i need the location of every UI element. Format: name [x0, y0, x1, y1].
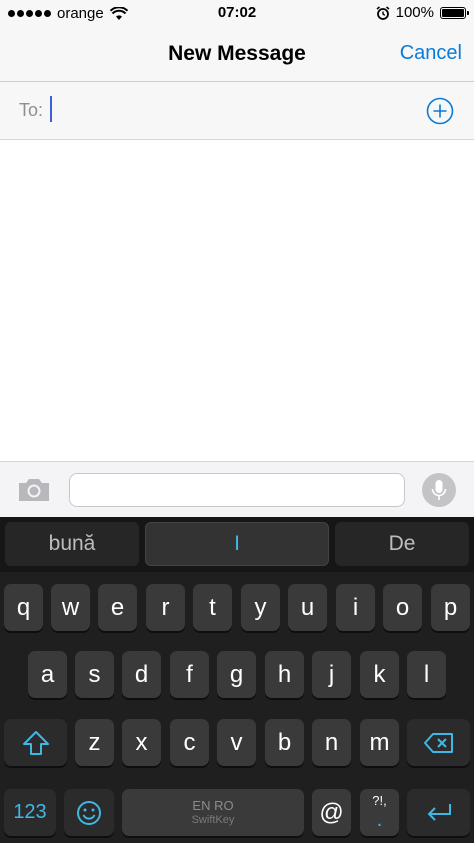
key-t[interactable]: t	[193, 584, 232, 631]
backspace-icon	[423, 732, 453, 753]
key-i[interactable]: i	[336, 584, 375, 631]
battery-percent: 100%	[395, 4, 434, 21]
backspace-key[interactable]	[407, 719, 470, 766]
space-language-label: EN RO	[192, 798, 234, 814]
key-s[interactable]: s	[75, 651, 114, 698]
prediction-center[interactable]: I	[145, 522, 329, 566]
key-d[interactable]: d	[122, 651, 161, 698]
key-y[interactable]: y	[241, 584, 280, 631]
message-thread-area	[0, 141, 474, 461]
to-label: To:	[19, 100, 44, 120]
key-c[interactable]: c	[170, 719, 209, 766]
key-r[interactable]: r	[146, 584, 185, 631]
add-contact-button[interactable]	[426, 97, 454, 125]
key-v[interactable]: v	[217, 719, 256, 766]
key-f[interactable]: f	[170, 651, 209, 698]
key-b[interactable]: b	[265, 719, 304, 766]
status-bar: orange 07:02 100%	[0, 0, 474, 28]
key-a[interactable]: a	[28, 651, 67, 698]
key-u[interactable]: u	[288, 584, 327, 631]
at-key[interactable]: @	[312, 789, 351, 836]
battery-fill	[442, 8, 464, 17]
compose-bar	[0, 461, 474, 517]
key-j[interactable]: j	[312, 651, 351, 698]
navigation-bar: New Message Cancel	[0, 28, 474, 82]
dictation-button[interactable]	[422, 473, 456, 507]
key-l[interactable]: l	[407, 651, 446, 698]
return-key[interactable]	[407, 789, 470, 836]
numbers-key[interactable]: 123	[4, 789, 56, 836]
camera-button[interactable]	[16, 476, 52, 504]
key-o[interactable]: o	[383, 584, 422, 631]
cancel-button[interactable]: Cancel	[400, 42, 462, 65]
key-p[interactable]: p	[431, 584, 470, 631]
prediction-right[interactable]: De	[335, 522, 469, 566]
microphone-icon	[431, 480, 447, 500]
shift-key[interactable]	[4, 719, 67, 766]
key-w[interactable]: w	[51, 584, 90, 631]
punctuation-main-label: .	[376, 808, 383, 831]
keyboard: bună I De q w e r t y u i o p a s d f g …	[0, 517, 474, 843]
emoji-key[interactable]	[64, 789, 114, 836]
key-x[interactable]: x	[122, 719, 161, 766]
prediction-bar: bună I De	[0, 517, 474, 572]
key-g[interactable]: g	[217, 651, 256, 698]
key-e[interactable]: e	[98, 584, 137, 631]
message-input[interactable]	[69, 473, 405, 507]
key-n[interactable]: n	[312, 719, 351, 766]
shift-icon	[22, 730, 49, 755]
prediction-left[interactable]: bună	[5, 522, 139, 566]
punctuation-alt-label: ?!,	[372, 793, 387, 809]
status-right: 100%	[376, 4, 469, 21]
alarm-icon	[376, 5, 390, 20]
recipient-input[interactable]	[52, 96, 402, 124]
battery-icon	[440, 6, 469, 19]
recipient-row: To:	[0, 82, 474, 140]
punctuation-key[interactable]: ?!, .	[360, 789, 399, 836]
space-brand-label: SwiftKey	[191, 813, 235, 826]
space-key[interactable]: EN RO SwiftKey	[122, 789, 304, 836]
return-icon	[427, 803, 451, 821]
plus-circle-icon	[426, 97, 454, 125]
key-k[interactable]: k	[360, 651, 399, 698]
emoji-icon	[77, 800, 101, 825]
text-caret	[50, 96, 52, 122]
camera-icon	[19, 479, 49, 501]
key-h[interactable]: h	[265, 651, 304, 698]
key-m[interactable]: m	[360, 719, 399, 766]
key-z[interactable]: z	[75, 719, 114, 766]
key-q[interactable]: q	[4, 584, 43, 631]
